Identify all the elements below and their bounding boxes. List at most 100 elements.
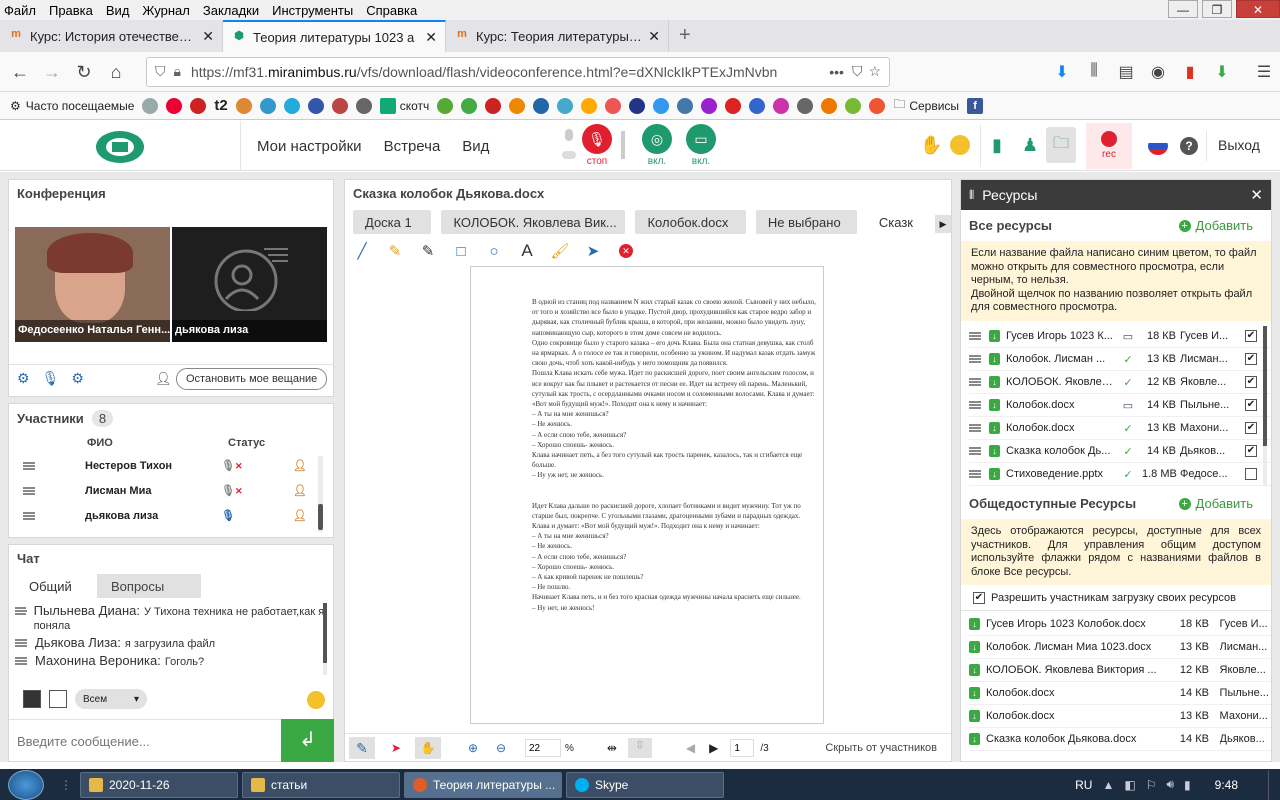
volume-icon[interactable]: 🔊︎ [1166,777,1174,792]
bookmark-icons[interactable] [142,97,207,114]
board-tab[interactable]: Не выбрано [755,210,857,234]
participant-row[interactable]: Нестеров Тихон 🎙︎✕ 👤︎ [9,453,333,478]
resource-row[interactable]: ↓ Гусев Игорь 1023 К... ▭ 18 КВ Гусев И... ✔ [969,325,1271,348]
tab-questions[interactable]: Вопросы [97,574,201,598]
bookmark-icon[interactable] [307,97,324,114]
screen-share-control[interactable]: ▭ вкл. [686,124,716,167]
mic-settings-icon[interactable]: 🎙︎ [42,370,60,387]
chat-scrollbar[interactable] [323,603,327,675]
drag-handle-icon[interactable] [969,355,981,363]
taskbar-item[interactable]: статьи [242,771,400,798]
menu-meeting[interactable]: Встреча [384,138,441,155]
download-icon[interactable]: ↓ [989,445,1000,457]
back-icon[interactable]: ← [4,56,36,88]
close-window-button[interactable]: ✕ [1236,0,1280,18]
bookmark-icon[interactable] [701,97,718,114]
volume-slider[interactable] [621,131,625,159]
emoji-picker-icon[interactable] [307,691,325,709]
public-resource-row[interactable]: ↓ КОЛОБОК. Яковлева Виктория ... 12 КВ Яков… [969,659,1271,682]
menu-history[interactable]: Журнал [142,3,189,18]
resource-row[interactable]: ↓ КОЛОБОК. Яковлев... ✓ 12 КВ Яковле... ✔ [969,371,1271,394]
video-tile[interactable]: Федосеенко Наталья Генн... [15,227,170,342]
emoji-icon[interactable] [950,135,970,155]
participant-role-icon[interactable]: 👤︎ [293,459,307,472]
exit-button[interactable]: Выход [1218,137,1260,153]
zoom-out-icon[interactable]: ⊖ [489,741,513,755]
participant-role-icon[interactable]: 👤︎ [293,509,307,522]
browser-tab[interactable]: m Курс: Теория литературы 1023 ✕ [446,20,669,52]
drag-handle-icon[interactable] [23,511,35,520]
download-icon[interactable]: ↓ [989,353,1000,365]
drag-handle-icon[interactable] [969,401,981,409]
library-icon[interactable]: ⫼ [1078,62,1110,82]
forward-icon[interactable]: → [36,56,68,88]
public-resource-row[interactable]: ↓ Сказка колобок Дьякова.docx 14 КВ Дьяков.… [969,728,1271,751]
globe-icon[interactable] [797,97,814,114]
mic-control[interactable]: 🎙︎ стоп [582,124,612,167]
close-tab-icon[interactable]: ✕ [202,28,214,45]
download-icon[interactable]: ↓ [969,687,980,699]
bookmark-icon[interactable] [821,97,838,114]
drag-handle-icon[interactable] [23,461,35,470]
bookmark-icons[interactable] [437,97,886,114]
bookmark-icon[interactable] [331,97,348,114]
record-icon[interactable] [1101,131,1117,147]
taskbar-item-active[interactable]: Теория литературы ... [404,771,562,798]
network-icon[interactable]: ▮ [1184,778,1191,792]
share-checkbox[interactable]: ✔ [1245,376,1257,388]
resource-name[interactable]: Сказка колобок Дь... [1006,445,1114,457]
tab-general[interactable]: Общий [17,574,97,598]
board-tab[interactable]: КОЛОБОК. Яковлева Вик... [441,210,626,234]
hand-tool-icon[interactable]: ✋ [415,737,441,759]
public-resource-row[interactable]: ↓ Колобок. Лисман Миа 1023.docx 13 КВ Лисма… [969,636,1271,659]
bookmark-t2[interactable]: t2 [214,97,227,114]
bookmark-icon[interactable] [605,97,622,114]
bookmark-folder-services[interactable]: 🗀 Сервисы [893,95,959,116]
screen-share-icon[interactable]: ▭ [686,124,716,154]
rectangle-tool-icon[interactable]: □ [448,238,474,264]
page-input[interactable] [730,739,755,757]
bookmark-icon[interactable] [773,97,790,114]
download-icon[interactable]: ↓ [989,468,1000,480]
board-tab[interactable]: Доска 1 [353,210,432,234]
ellipse-tool-icon[interactable]: ○ [481,238,507,264]
raise-hand-icon[interactable]: ✋ [920,135,942,156]
board-tab-active[interactable]: Сказк [866,210,925,234]
download-icon[interactable]: ↓ [969,641,980,653]
resources-scrollbar[interactable] [1263,326,1267,486]
public-resource-row[interactable]: ↓ Колобок.docx 13 КВ Махони... [969,705,1271,728]
users-settings-icon[interactable]: ♟ [1022,135,1038,156]
download-ext-icon[interactable]: ⬇ [1206,62,1238,82]
bookmark-icon[interactable] [653,97,670,114]
drag-handle-icon[interactable] [969,332,981,340]
text-color-picker[interactable] [23,690,41,708]
drag-handle-icon[interactable] [969,470,981,478]
share-checkbox[interactable]: ✔ [1245,445,1257,457]
resource-row[interactable]: ↓ Колобок.docx ▭ 14 КВ Пыльне... ✔ [969,394,1271,417]
send-message-button[interactable]: ↲ [281,719,334,762]
add-public-resource-button[interactable]: + Добавить [1178,496,1253,511]
bookmark-icon[interactable] [485,97,502,114]
browser-tab[interactable]: m Курс: История отечественной ✕ [0,20,223,52]
new-tab-icon[interactable]: + [679,20,691,52]
bookmark-icon[interactable] [166,97,183,114]
bookmark-icon[interactable] [629,97,646,114]
resources-folder-icon[interactable]: 🗀 [1046,127,1076,163]
resource-name[interactable]: КОЛОБОК. Яковлев... [1006,376,1114,388]
tray-icon[interactable]: ⚐ [1146,778,1157,792]
mic-muted-icon[interactable]: 🎙︎✕ [221,484,293,497]
download-icon[interactable]: ↓ [969,710,980,722]
resource-name[interactable]: Гусев Игорь 1023 Колобок.docx [986,618,1180,630]
pointer-icon[interactable]: ➤ [383,741,409,755]
draw-mode-icon[interactable]: ✎ [349,737,375,759]
chat-message-input[interactable] [17,727,279,755]
bookmark-icon[interactable] [581,97,598,114]
tray-icon[interactable]: ◧ [1124,778,1135,792]
drag-handle-icon[interactable] [969,424,981,432]
add-resource-button[interactable]: + Добавить [1178,218,1253,233]
bookmark-icon[interactable] [533,97,550,114]
menu-view-app[interactable]: Вид [462,138,489,155]
share-checkbox[interactable]: ✔ [1245,353,1257,365]
taskbar-item[interactable]: Skype [566,771,724,798]
drag-handle-icon[interactable] [969,378,981,386]
